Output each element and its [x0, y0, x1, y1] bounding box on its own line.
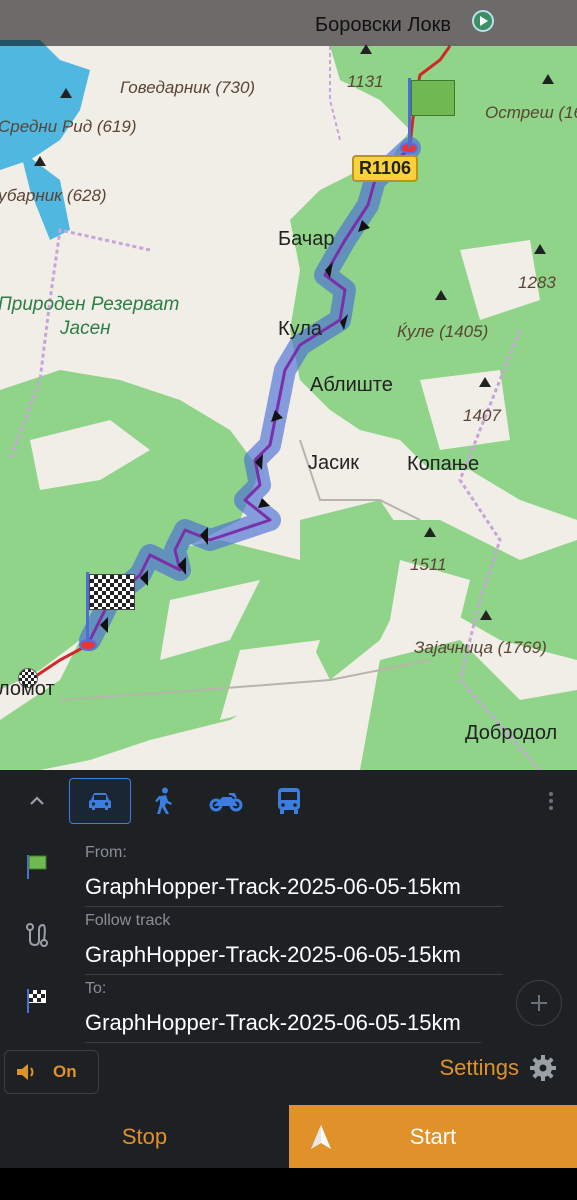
peak-icon [424, 527, 436, 537]
map-label: Добродол [465, 722, 558, 744]
car-icon [89, 793, 111, 810]
stop-label: Stop [121, 1123, 168, 1149]
motorcycle-mode-button[interactable] [195, 778, 257, 824]
action-bar: Stop Start [0, 1105, 577, 1168]
peak-icon [60, 88, 72, 98]
navigation-arrow-icon [311, 1125, 331, 1149]
from-field[interactable]: GraphHopper-Track-2025-06-05-15km [85, 874, 503, 907]
to-field[interactable]: GraphHopper-Track-2025-06-05-15km [85, 1010, 481, 1043]
peak-icon [34, 156, 46, 166]
transport-mode-bar [0, 770, 577, 832]
follow-track-label: Follow track [85, 912, 171, 929]
map-label: ломот [0, 678, 55, 700]
start-button[interactable]: Start [289, 1105, 577, 1168]
pedestrian-mode-button[interactable] [132, 778, 194, 824]
start-label: Start [409, 1123, 457, 1149]
peak-icon [360, 44, 372, 54]
add-waypoint-button[interactable] [516, 980, 562, 1026]
plus-icon [531, 995, 547, 1011]
finish-flag-marker[interactable] [86, 572, 138, 644]
more-vertical-icon[interactable] [547, 790, 555, 812]
track-icon [26, 923, 48, 947]
stop-button[interactable]: Stop [0, 1105, 289, 1168]
poi-navigate-icon[interactable] [472, 10, 494, 32]
map-label: Природен Резерват [0, 294, 180, 315]
finish-flag-icon [27, 989, 46, 1013]
bus-mode-button[interactable] [258, 778, 320, 824]
map-label: Остреш (1620) [485, 103, 577, 122]
peak-icon [542, 74, 554, 84]
peak-icon [435, 290, 447, 300]
settings-button[interactable]: Settings [440, 1054, 558, 1082]
map-label: Аблиште [310, 374, 393, 396]
start-flag-marker[interactable] [406, 78, 458, 150]
map-label: Боровски Локв [315, 14, 451, 36]
map-view[interactable]: R1106 Боровски Локв Говедарник (730) 113… [0, 0, 577, 770]
map-label: 1511 [410, 555, 447, 574]
follow-track-field[interactable]: GraphHopper-Track-2025-06-05-15km [85, 942, 503, 975]
gear-icon [530, 1055, 556, 1081]
map-label: Јасик [308, 452, 360, 474]
bus-icon [278, 788, 300, 814]
motorcycle-icon [209, 793, 243, 812]
peak-icon [480, 610, 492, 620]
system-nav-bar [0, 1168, 577, 1200]
settings-label: Settings [439, 1055, 520, 1080]
map-label: Говедарник (730) [120, 78, 256, 97]
map-label: Средни Рид (619) [0, 117, 137, 136]
chevron-up-icon[interactable] [26, 790, 48, 812]
from-label: From: [85, 844, 127, 861]
map-label: Бачар [278, 228, 335, 250]
map-label: 1407 [463, 406, 501, 425]
peak-icon [479, 377, 491, 387]
peak-icon [534, 244, 546, 254]
road-number-badge: R1106 [352, 155, 419, 182]
map-label: 1283 [518, 273, 556, 292]
route-planning-panel: From: GraphHopper-Track-2025-06-05-15km … [0, 770, 577, 1105]
map-label: 1131 [347, 72, 384, 91]
car-mode-button[interactable] [69, 778, 131, 824]
map-label: убарник (628) [0, 186, 107, 205]
map-label: Јасен [60, 318, 111, 339]
map-label: Кула [278, 318, 323, 340]
voice-toggle-button[interactable]: On [4, 1050, 99, 1094]
pedestrian-icon [155, 787, 172, 814]
map-label: Копање [407, 453, 480, 475]
map-label: Ќуле (1405) [397, 322, 489, 341]
map-label: Зајачница (1769) [414, 638, 547, 657]
to-label: To: [85, 980, 107, 997]
voice-toggle-label: On [53, 1062, 77, 1081]
speaker-icon [17, 1064, 34, 1080]
start-flag-icon [27, 855, 47, 879]
